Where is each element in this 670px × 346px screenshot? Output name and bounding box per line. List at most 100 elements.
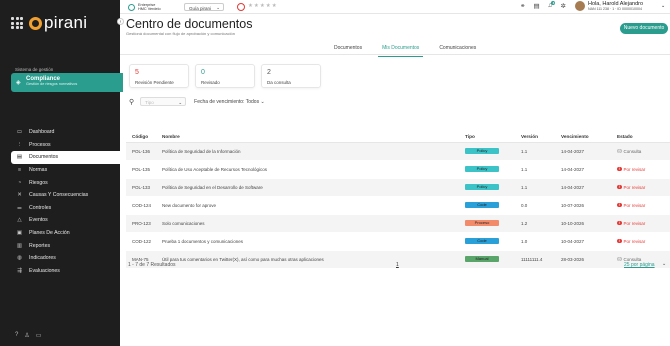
document-code: COD-122 [126, 232, 156, 251]
sidebar-item-planes-de-acción[interactable]: ▣ Planes De Acción [11, 227, 120, 240]
monitor-icon: ▭ [16, 129, 23, 136]
sidebar-item-riesgos[interactable]: ◔ Riesgos [11, 176, 120, 189]
alert-icon: ! [617, 166, 622, 172]
new-document-button[interactable]: Nuevo documento [620, 23, 668, 34]
brand-logo[interactable]: pirani [11, 13, 87, 33]
document-type: Policy [459, 142, 515, 161]
table-row[interactable]: COD-124 New documento for aprove Code 0.0 10… [126, 196, 670, 215]
column-header[interactable]: Vencimiento [555, 132, 611, 143]
column-header[interactable]: Código [126, 132, 156, 143]
status-label: Consulta [623, 256, 642, 262]
search-icon[interactable]: ⚲ [129, 98, 134, 106]
document-due-date: 14-04-2027 [555, 160, 611, 179]
collapse-sidebar-button[interactable]: ‹ [117, 18, 124, 25]
type-filter[interactable]: Tipo ⌄ [140, 97, 187, 106]
sidebar-item-dashboard[interactable]: ▭ Dashboard [11, 126, 120, 139]
user-menu[interactable]: Hola, Harold Alejandro NAN 111 238 · 1 ·… [575, 1, 665, 11]
type-filter-placeholder: Tipo [145, 100, 154, 105]
sidebar-nav: ▭ Dashboard ⋮ Procesos ▤ Documentos ≡ Normas ◔ Ri… [11, 126, 120, 277]
table-row[interactable]: PRO-123 Solo comunicaciones Proceso 1.2 10-1… [126, 214, 670, 233]
card-icon[interactable]: ▭ [36, 332, 42, 339]
summary-card[interactable]: 0 Revisado [195, 64, 255, 88]
document-name: Política de Seguridad de la Información [156, 142, 459, 161]
document-code: COD-124 [126, 196, 156, 215]
sidebar-item-documentos[interactable]: ▤ Documentos [11, 151, 120, 164]
page-number[interactable]: 1 [396, 262, 399, 268]
sidebar-item-reportes[interactable]: ▥ Reportes [11, 239, 120, 252]
document-name: Solo comunicaciones [156, 214, 459, 233]
rating-stars[interactable]: ★★★★★ [248, 3, 278, 9]
chevron-down-icon[interactable]: ⌄ [662, 261, 666, 267]
system-selector[interactable]: ◈ Compliance Gestión de riesgos normativ… [11, 73, 123, 92]
system-label: Sistema de gestión [15, 67, 54, 72]
sidebar-item-causas-y-consecuencias[interactable]: ✕ Causas Y Consecuencias [11, 189, 120, 202]
document-status: ! Por revisar [611, 232, 670, 251]
document-name: New documento for aprove [156, 196, 459, 215]
sidebar-item-normas[interactable]: ≡ Normas [11, 164, 120, 177]
sidebar: pirani Sistema de gestión ◈ Compliance G… [0, 0, 123, 346]
tab-mis-documentos[interactable]: Mis Documentos [378, 43, 424, 57]
avatar [575, 1, 585, 11]
column-header[interactable]: Tipo [459, 132, 515, 143]
notifications-icon[interactable]: ♫ 3 [548, 1, 556, 10]
column-header[interactable]: Estado [611, 132, 670, 143]
type-tag: Policy [465, 165, 499, 173]
sidebar-item-indicadores[interactable]: ◍ Indicadores [11, 252, 120, 265]
status-badge: ! Por revisar [617, 185, 670, 190]
summary-card[interactable]: 5 Revisión Pendiente [129, 64, 189, 88]
document-version: 1.0 [515, 232, 555, 251]
topbar-actions: ⚭ ▤ ♫ 3 ✲ [520, 1, 566, 10]
table-row[interactable]: POL-135 Política de Uso Aceptable de Recu… [126, 160, 670, 179]
document-status: ! Por revisar [611, 196, 670, 215]
chevron-down-icon: ⌄ [178, 99, 183, 105]
chevron-down-icon: ⌄ [260, 98, 265, 105]
clipboard-icon[interactable]: ▤ [533, 2, 539, 10]
document-code: POL-136 [126, 142, 156, 161]
settings-icon[interactable]: ✲ [560, 2, 565, 10]
indicators-icon: ◍ [17, 255, 22, 262]
document-icon: ▤ [16, 154, 23, 161]
document-version: 11111111.4 [515, 250, 555, 269]
tab-documentos[interactable]: Documentos [330, 43, 366, 57]
users-icon[interactable]: ⚭ [520, 2, 525, 10]
sidebar-item-label: Causas Y Consecuencias [29, 192, 89, 199]
sidebar-item-label: Indicadores [29, 255, 56, 262]
tabs: Documentos Mis Documentos Comunicaciones [330, 43, 480, 57]
document-due-date: 10-04-2027 [555, 232, 611, 251]
document-due-date: 10-10-2026 [555, 214, 611, 233]
summary-card[interactable]: 2 Da consulta [261, 64, 321, 88]
sidebar-item-evaluaciones[interactable]: ⇶ Evaluaciones [11, 265, 120, 278]
help-icon[interactable]: ? [15, 332, 18, 339]
topbar: Enterprise HMC Verdelo Guía pirani ⌄ ★★★… [120, 0, 670, 14]
sidebar-item-label: Procesos [29, 141, 51, 148]
sidebar-footer: ? ♙ ▭ [15, 332, 41, 339]
status-label: Por revisar [623, 166, 646, 172]
document-due-date: 28-03-2026 [555, 250, 611, 269]
chevron-down-icon: ⌄ [661, 3, 666, 9]
controls-icon: ⚌ [17, 204, 22, 211]
sidebar-item-controles[interactable]: ⚌ Controles [11, 202, 120, 215]
progress-ring-icon[interactable] [237, 3, 245, 11]
guide-label: Guía pirani [189, 5, 212, 11]
table-row[interactable]: POL-133 Política de Seguridad en el Desar… [126, 178, 670, 197]
enterprise-selector[interactable]: Enterprise HMC Verdelo [128, 3, 161, 11]
document-type: Policy [459, 160, 515, 179]
summary-card-value: 5 [135, 69, 139, 76]
document-type: Policy [459, 178, 515, 197]
sidebar-item-eventos[interactable]: △ Eventos [11, 214, 120, 227]
column-header[interactable]: Versión [515, 132, 555, 143]
tab-comunicaciones[interactable]: Comunicaciones [435, 43, 480, 57]
user-icon[interactable]: ♙ [24, 332, 29, 339]
table-row[interactable]: POL-136 Política de Seguridad de la Infor… [126, 142, 670, 161]
apps-grid-icon[interactable] [11, 17, 23, 29]
compliance-icon: ◈ [16, 80, 21, 86]
due-date-filter[interactable]: Fecha de vencimiento: Todos ⌄ [194, 99, 265, 105]
document-name: Política de Seguridad en el Desarrollo d… [156, 178, 459, 197]
guide-dropdown[interactable]: Guía pirani ⌄ [184, 3, 224, 11]
table-row[interactable]: COD-122 Prueba 1 documentos y comunicacio… [126, 232, 670, 251]
type-tag: Proceso [465, 219, 499, 227]
column-header[interactable]: Nombre [156, 132, 459, 143]
sidebar-item-procesos[interactable]: ⋮ Procesos [11, 139, 120, 152]
sidebar-item-label: Dashboard [29, 129, 55, 136]
per-page-selector[interactable]: 25 por página [624, 262, 655, 268]
